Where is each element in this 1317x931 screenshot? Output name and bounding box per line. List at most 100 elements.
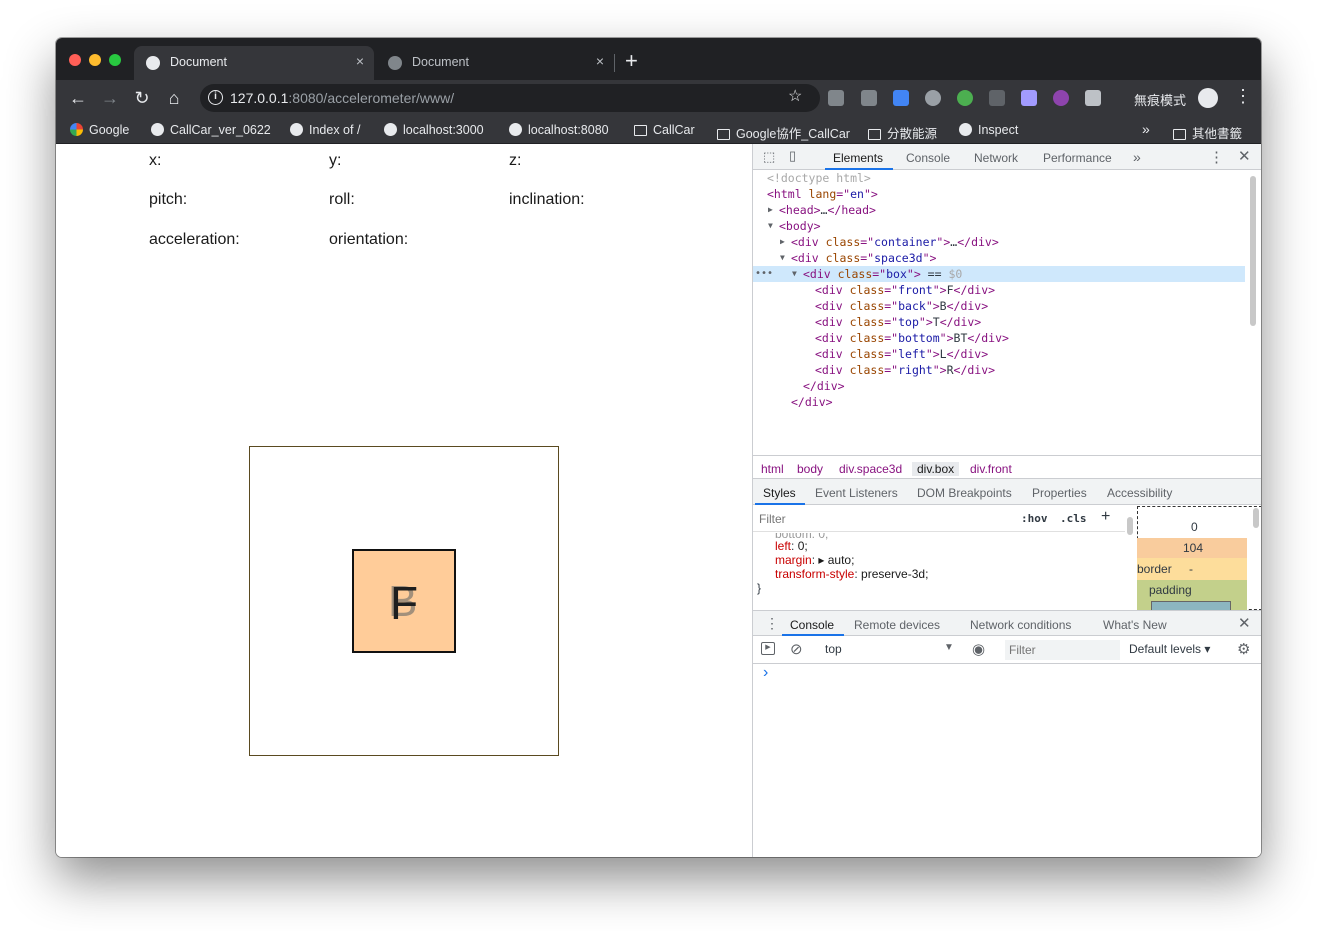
dom-node-line[interactable]: </div>: [791, 394, 833, 410]
new-style-rule-button[interactable]: +: [1101, 508, 1110, 526]
back-button[interactable]: ←: [66, 86, 90, 110]
close-tab-button[interactable]: ×: [596, 53, 604, 69]
dom-node-line[interactable]: <div class="left">L</div>: [815, 346, 988, 362]
dom-node-line[interactable]: <div class="bottom">BT</div>: [815, 330, 1009, 346]
tab-properties[interactable]: Properties: [1032, 486, 1087, 500]
incognito-icon[interactable]: [1198, 88, 1218, 108]
context-selector[interactable]: top: [825, 642, 842, 656]
bookmark-callcar-ver[interactable]: CallCar_ver_0622: [151, 123, 271, 137]
maximize-window-button[interactable]: [109, 54, 121, 66]
class-toggle[interactable]: .cls: [1060, 512, 1087, 525]
drawer-tab-whats-new[interactable]: What's New: [1103, 618, 1167, 632]
css-line-left[interactable]: left: 0;: [775, 539, 808, 553]
dom-tree[interactable]: ••• <!doctype html> <html lang="en"> ▶ <hea…: [753, 170, 1245, 410]
chrome-menu-button[interactable]: ⋮: [1234, 86, 1252, 107]
tab-styles[interactable]: Styles: [763, 486, 796, 500]
inspect-element-icon[interactable]: ⬚: [763, 149, 775, 165]
extension-bootstrap-icon[interactable]: [989, 90, 1005, 106]
info-icon[interactable]: i: [208, 90, 223, 105]
minimize-window-button[interactable]: [89, 54, 101, 66]
incognito-label[interactable]: 無痕模式: [1134, 90, 1186, 109]
styles-scrollbar[interactable]: [1127, 517, 1133, 535]
device-toolbar-icon[interactable]: ▯: [789, 148, 796, 164]
crumb-box[interactable]: div.box: [912, 462, 960, 476]
dom-node-line[interactable]: <div class="right">R</div>: [815, 362, 995, 378]
sidebar-toggle-icon[interactable]: ▶: [761, 642, 775, 655]
tab-dom-breakpoints[interactable]: DOM Breakpoints: [917, 486, 1012, 500]
dom-node-line[interactable]: <html lang="en">: [767, 186, 878, 202]
live-expression-eye-icon[interactable]: ◉: [972, 640, 985, 658]
tab-console[interactable]: Console: [906, 151, 950, 165]
drawer-menu-icon[interactable]: ⋮: [765, 615, 779, 632]
extension-database-icon[interactable]: [828, 90, 844, 106]
border-value[interactable]: -: [1189, 562, 1193, 576]
dom-node-line[interactable]: ▶ <head>…</head>: [768, 202, 876, 218]
dom-node-line[interactable]: <!doctype html>: [767, 170, 871, 186]
reload-button[interactable]: ↻: [130, 86, 154, 110]
bookmark-folder-callcar[interactable]: CallCar: [634, 123, 695, 137]
tab-network[interactable]: Network: [974, 151, 1018, 165]
bookmark-index-of[interactable]: Index of /: [290, 123, 360, 137]
drawer-tab-remote-devices[interactable]: Remote devices: [854, 618, 940, 632]
dom-scrollbar[interactable]: [1250, 176, 1256, 326]
close-tab-button[interactable]: ×: [356, 53, 364, 69]
home-button[interactable]: ⌂: [162, 86, 186, 110]
drawer-tab-console[interactable]: Console: [790, 618, 834, 632]
dom-node-line[interactable]: ▶ <div class="container">…</div>: [780, 234, 999, 250]
console-output[interactable]: ›: [753, 664, 1261, 857]
crumb-space3d[interactable]: div.space3d: [839, 462, 902, 476]
url-text[interactable]: 127.0.0.1:8080/accelerometer/www/: [230, 90, 454, 106]
expanded-caret-icon[interactable]: ▼: [780, 250, 785, 266]
crumb-html[interactable]: html: [761, 462, 784, 476]
bookmark-inspect[interactable]: Inspect: [959, 123, 1018, 137]
css-line-margin[interactable]: margin: ▸ auto;: [775, 553, 854, 567]
console-filter-input[interactable]: [1005, 640, 1120, 660]
extension-node-icon[interactable]: [957, 90, 973, 106]
bookmark-localhost-3000[interactable]: localhost:3000: [384, 123, 484, 137]
tab-document-inactive[interactable]: Document ×: [376, 46, 614, 80]
crumb-body[interactable]: body: [797, 462, 823, 476]
bookmark-folder-energy[interactable]: 分散能源: [868, 123, 937, 142]
dom-node-line[interactable]: </div>: [803, 378, 845, 394]
bookmark-folder-google-collab[interactable]: Google協作_CallCar: [717, 123, 850, 142]
more-tabs-button[interactable]: »: [1133, 149, 1141, 165]
dom-node-line[interactable]: <div class="front">F</div>: [815, 282, 995, 298]
expanded-caret-icon[interactable]: ▼: [792, 266, 797, 282]
collapsed-caret-icon[interactable]: ▶: [780, 234, 785, 250]
forward-button[interactable]: →: [98, 86, 122, 110]
clear-console-icon[interactable]: ⊘: [790, 640, 803, 658]
devtools-menu-icon[interactable]: ⋮: [1209, 148, 1224, 166]
dom-node-line[interactable]: <div class="back">B</div>: [815, 298, 988, 314]
new-tab-button[interactable]: +: [625, 48, 638, 74]
extension-react-icon[interactable]: [925, 90, 941, 106]
node-ellipsis-icon[interactable]: •••: [755, 266, 773, 282]
margin-top-value[interactable]: 0: [1191, 520, 1198, 534]
box-model-scrollbar[interactable]: [1253, 508, 1259, 528]
drawer-tab-network-conditions[interactable]: Network conditions: [970, 618, 1071, 632]
expanded-caret-icon[interactable]: ▼: [768, 218, 773, 234]
border-fill-value[interactable]: 104: [1183, 541, 1203, 555]
css-line-transform-style[interactable]: transform-style: preserve-3d;: [775, 567, 928, 581]
bookmark-star-icon[interactable]: ☆: [788, 86, 802, 106]
bookmark-localhost-8080[interactable]: localhost:8080: [509, 123, 609, 137]
dom-node-line[interactable]: ▼ <body>: [768, 218, 821, 234]
dom-node-line[interactable]: ▼ <div class="space3d">: [780, 250, 936, 266]
dom-node-line[interactable]: ▼ <div class="box"> == $0: [792, 266, 962, 282]
extension-database2-icon[interactable]: [861, 90, 877, 106]
tab-performance[interactable]: Performance: [1043, 151, 1112, 165]
log-levels-dropdown[interactable]: Default levels ▾: [1129, 642, 1210, 656]
bookmarks-overflow-button[interactable]: »: [1142, 121, 1150, 137]
dom-node-line[interactable]: <div class="top">T</div>: [815, 314, 981, 330]
tab-elements[interactable]: Elements: [833, 151, 883, 165]
hover-state-toggle[interactable]: :hov: [1021, 512, 1048, 525]
crumb-front[interactable]: div.front: [970, 462, 1012, 476]
tab-accessibility[interactable]: Accessibility: [1107, 486, 1172, 500]
extension-translate-icon[interactable]: [893, 90, 909, 106]
close-devtools-button[interactable]: ✕: [1238, 147, 1251, 165]
styles-filter-input[interactable]: [759, 509, 1009, 529]
collapsed-caret-icon[interactable]: ▶: [768, 202, 773, 218]
tab-document-active[interactable]: Document ×: [134, 46, 374, 80]
bookmark-other-folder[interactable]: 其他書籤: [1173, 123, 1242, 142]
address-bar[interactable]: i 127.0.0.1:8080/accelerometer/www/: [200, 84, 820, 112]
extension-grid-icon[interactable]: [1021, 90, 1037, 106]
